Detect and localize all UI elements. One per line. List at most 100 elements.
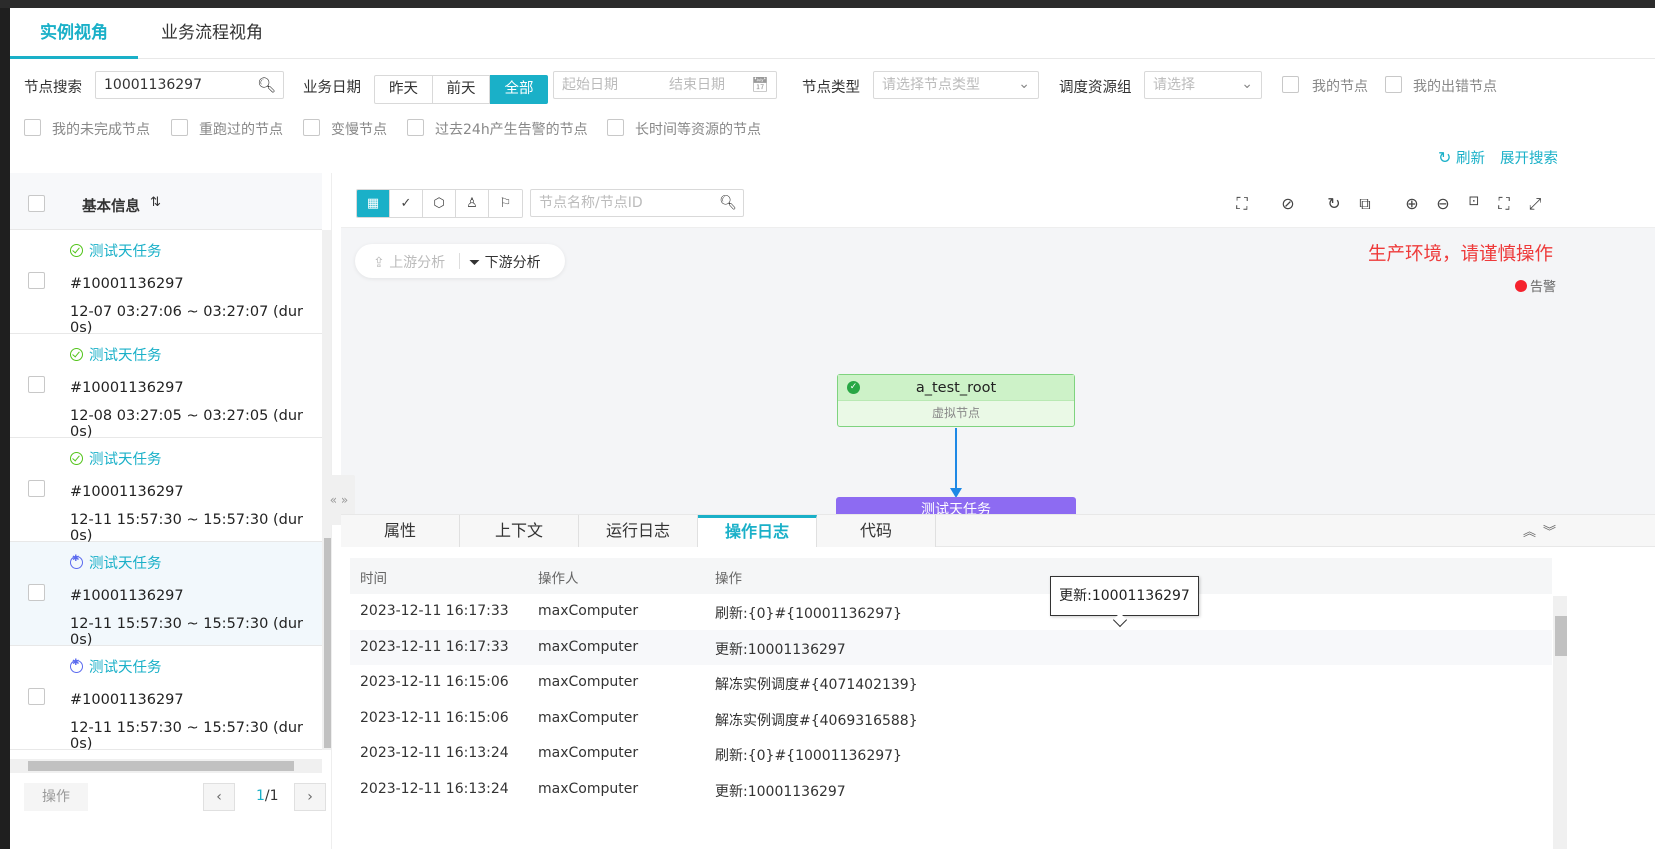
chevron-down-icon: ⌄: [1018, 76, 1030, 92]
alarm-24h-checkbox[interactable]: [407, 119, 424, 136]
user-icon[interactable]: ♙: [456, 190, 489, 217]
col-operation: 操作: [715, 571, 742, 587]
my-nodes-label: 我的节点: [1312, 79, 1368, 95]
item-id: #10001136297: [70, 380, 184, 396]
list-item[interactable]: 测试天任务 #10001136297 12-07 03:27:06 ~ 03:2…: [10, 230, 322, 336]
actual-size-icon[interactable]: ⊡: [1464, 194, 1484, 209]
dag-edge: [955, 428, 957, 496]
fullscreen-icon[interactable]: ⤢: [1525, 194, 1545, 214]
cell-operator: maxComputer: [538, 638, 639, 655]
date-range-picker[interactable]: 起始日期 结束日期 📅︎: [553, 71, 777, 99]
pagination-indicator: 1/1: [256, 788, 279, 804]
table-row: 2023-12-11 16:13:24 maxComputer 刷新:{0}#{10…: [350, 736, 1552, 772]
success-status-icon: [70, 244, 83, 257]
tab-business-flow-view[interactable]: 业务流程视角: [131, 8, 293, 59]
log-vertical-scroll-thumb[interactable]: [1555, 616, 1567, 656]
item-checkbox[interactable]: [28, 376, 45, 393]
item-id: #10001136297: [70, 484, 184, 500]
rerun-nodes-label: 重跑过的节点: [199, 122, 283, 138]
batch-operation-button[interactable]: 操作: [24, 783, 88, 811]
check-circle-icon[interactable]: ✓: [390, 190, 423, 217]
search-icon[interactable]: 🔍︎: [257, 72, 276, 98]
running-status-icon: [70, 658, 83, 673]
list-horizontal-scroll-thumb[interactable]: [28, 761, 294, 771]
chevron-double-up-icon[interactable]: ︽: [1523, 521, 1536, 540]
node-type-select[interactable]: 请选择节点类型 ⌄: [873, 71, 1039, 99]
cube-icon[interactable]: ⬡: [423, 190, 456, 217]
basic-info-header: 基本信息: [82, 199, 140, 215]
refresh-button[interactable]: ↻ 刷新: [1438, 147, 1485, 168]
dag-node-root[interactable]: ✓ a_test_root 虚拟节点: [837, 374, 1075, 427]
downstream-analysis-button[interactable]: ⏷ 下游分析: [469, 252, 541, 272]
start-date-placeholder: 起始日期: [562, 77, 618, 93]
page-total: /1: [264, 788, 279, 804]
grid-view-icon[interactable]: ▦: [357, 190, 390, 217]
my-error-nodes-checkbox[interactable]: [1385, 76, 1402, 93]
expand-search-link[interactable]: 展开搜索: [1500, 147, 1558, 168]
upstream-analysis-button[interactable]: ⇪ 上游分析: [373, 252, 445, 272]
item-checkbox[interactable]: [28, 480, 45, 497]
chevron-double-down-icon[interactable]: ︾: [1543, 521, 1556, 540]
rerun-nodes-checkbox[interactable]: [171, 119, 188, 136]
analysis-toggle: ⇪ 上游分析 ⏷ 下游分析: [355, 244, 565, 278]
table-row: 2023-12-11 16:13:24 maxComputer 更新:1000113…: [350, 772, 1552, 808]
list-vertical-scroll-thumb[interactable]: [324, 538, 331, 748]
resource-group-select[interactable]: 请选择 ⌄: [1144, 71, 1262, 99]
tab-code[interactable]: 代码: [817, 515, 936, 547]
tab-run-log[interactable]: 运行日志: [579, 515, 698, 547]
hide-icon[interactable]: ⊘: [1278, 194, 1298, 213]
item-checkbox[interactable]: [28, 272, 45, 289]
list-item-selected[interactable]: 测试天任务 #10001136297 12-11 15:57:30 ~ 15:5…: [10, 542, 322, 648]
tab-context[interactable]: 上下文: [460, 515, 579, 547]
table-header: 时间 操作人 操作: [350, 558, 1552, 594]
cell-time: 2023-12-11 16:17:33: [360, 603, 509, 619]
search-input[interactable]: 10001136297 🔍︎: [95, 71, 284, 99]
node-search-input[interactable]: 节点名称/节点ID 🔍︎: [530, 189, 744, 217]
item-name-text: 测试天任务: [89, 244, 162, 260]
date-all-button[interactable]: 全部: [490, 75, 548, 104]
zoom-in-icon[interactable]: ⊕: [1402, 194, 1422, 213]
sort-icon[interactable]: ⇅: [150, 195, 161, 210]
search-icon[interactable]: 🔍︎: [719, 190, 737, 216]
cell-time: 2023-12-11 16:13:24: [360, 780, 509, 797]
refresh-icon: ↻: [1438, 148, 1452, 167]
my-unfinished-checkbox[interactable]: [24, 119, 41, 136]
list-item[interactable]: 测试天任务 #10001136297 12-11 15:57:30 ~ 15:5…: [10, 646, 322, 752]
alarm-24h-label: 过去24h产生告警的节点: [435, 122, 588, 138]
layers-icon[interactable]: ⧉: [1355, 194, 1375, 214]
reload-icon[interactable]: ↻: [1324, 194, 1344, 213]
item-id: #10001136297: [70, 588, 184, 604]
resource-group-placeholder: 请选择: [1153, 77, 1195, 93]
list-item[interactable]: 测试天任务 #10001136297 12-11 15:57:30 ~ 15:5…: [10, 438, 322, 544]
tab-properties[interactable]: 属性: [341, 515, 460, 547]
item-checkbox[interactable]: [28, 584, 45, 601]
dag-node-task[interactable]: 测试天任务: [836, 497, 1076, 515]
date-day-before-button[interactable]: 前天: [432, 75, 490, 104]
upload-icon: ⇪: [373, 255, 385, 271]
fit-view-icon[interactable]: ⛶: [1494, 194, 1514, 214]
prev-page-button[interactable]: ‹: [203, 783, 235, 811]
view-tabs: 实例视角 业务流程视角: [10, 8, 1655, 59]
flag-icon[interactable]: ⚐: [489, 190, 522, 217]
next-page-button[interactable]: ›: [294, 783, 326, 811]
cell-time: 2023-12-11 16:13:24: [360, 745, 509, 761]
tab-instance-view[interactable]: 实例视角: [10, 8, 138, 59]
table-row: 2023-12-11 16:17:33 maxComputer 更新:1000113…: [350, 629, 1552, 665]
tab-operation-log[interactable]: 操作日志: [698, 515, 817, 547]
list-item[interactable]: 测试天任务 #10001136297 12-08 03:27:05 ~ 03:2…: [10, 334, 322, 440]
dag-canvas[interactable]: [341, 180, 1655, 514]
date-yesterday-button[interactable]: 昨天: [374, 75, 433, 104]
item-checkbox[interactable]: [28, 688, 45, 705]
item-name: 测试天任务: [70, 656, 162, 677]
zoom-out-icon[interactable]: ⊖: [1433, 194, 1453, 213]
slow-nodes-checkbox[interactable]: [303, 119, 320, 136]
item-time: 12-11 15:57:30 ~ 15:57:30 (dur 0s): [70, 616, 303, 648]
item-name: 测试天任务: [70, 344, 162, 365]
my-unfinished-label: 我的未完成节点: [52, 122, 150, 138]
my-nodes-checkbox[interactable]: [1282, 76, 1299, 93]
map-icon[interactable]: ⛶: [1232, 194, 1252, 214]
long-wait-checkbox[interactable]: [607, 119, 624, 136]
select-all-checkbox[interactable]: [28, 195, 45, 212]
table-row: 2023-12-11 16:15:06 maxComputer 解冻实例调度#{40…: [350, 701, 1552, 737]
table-row: 2023-12-11 16:15:06 maxComputer 解冻实例调度#{40…: [350, 665, 1552, 701]
